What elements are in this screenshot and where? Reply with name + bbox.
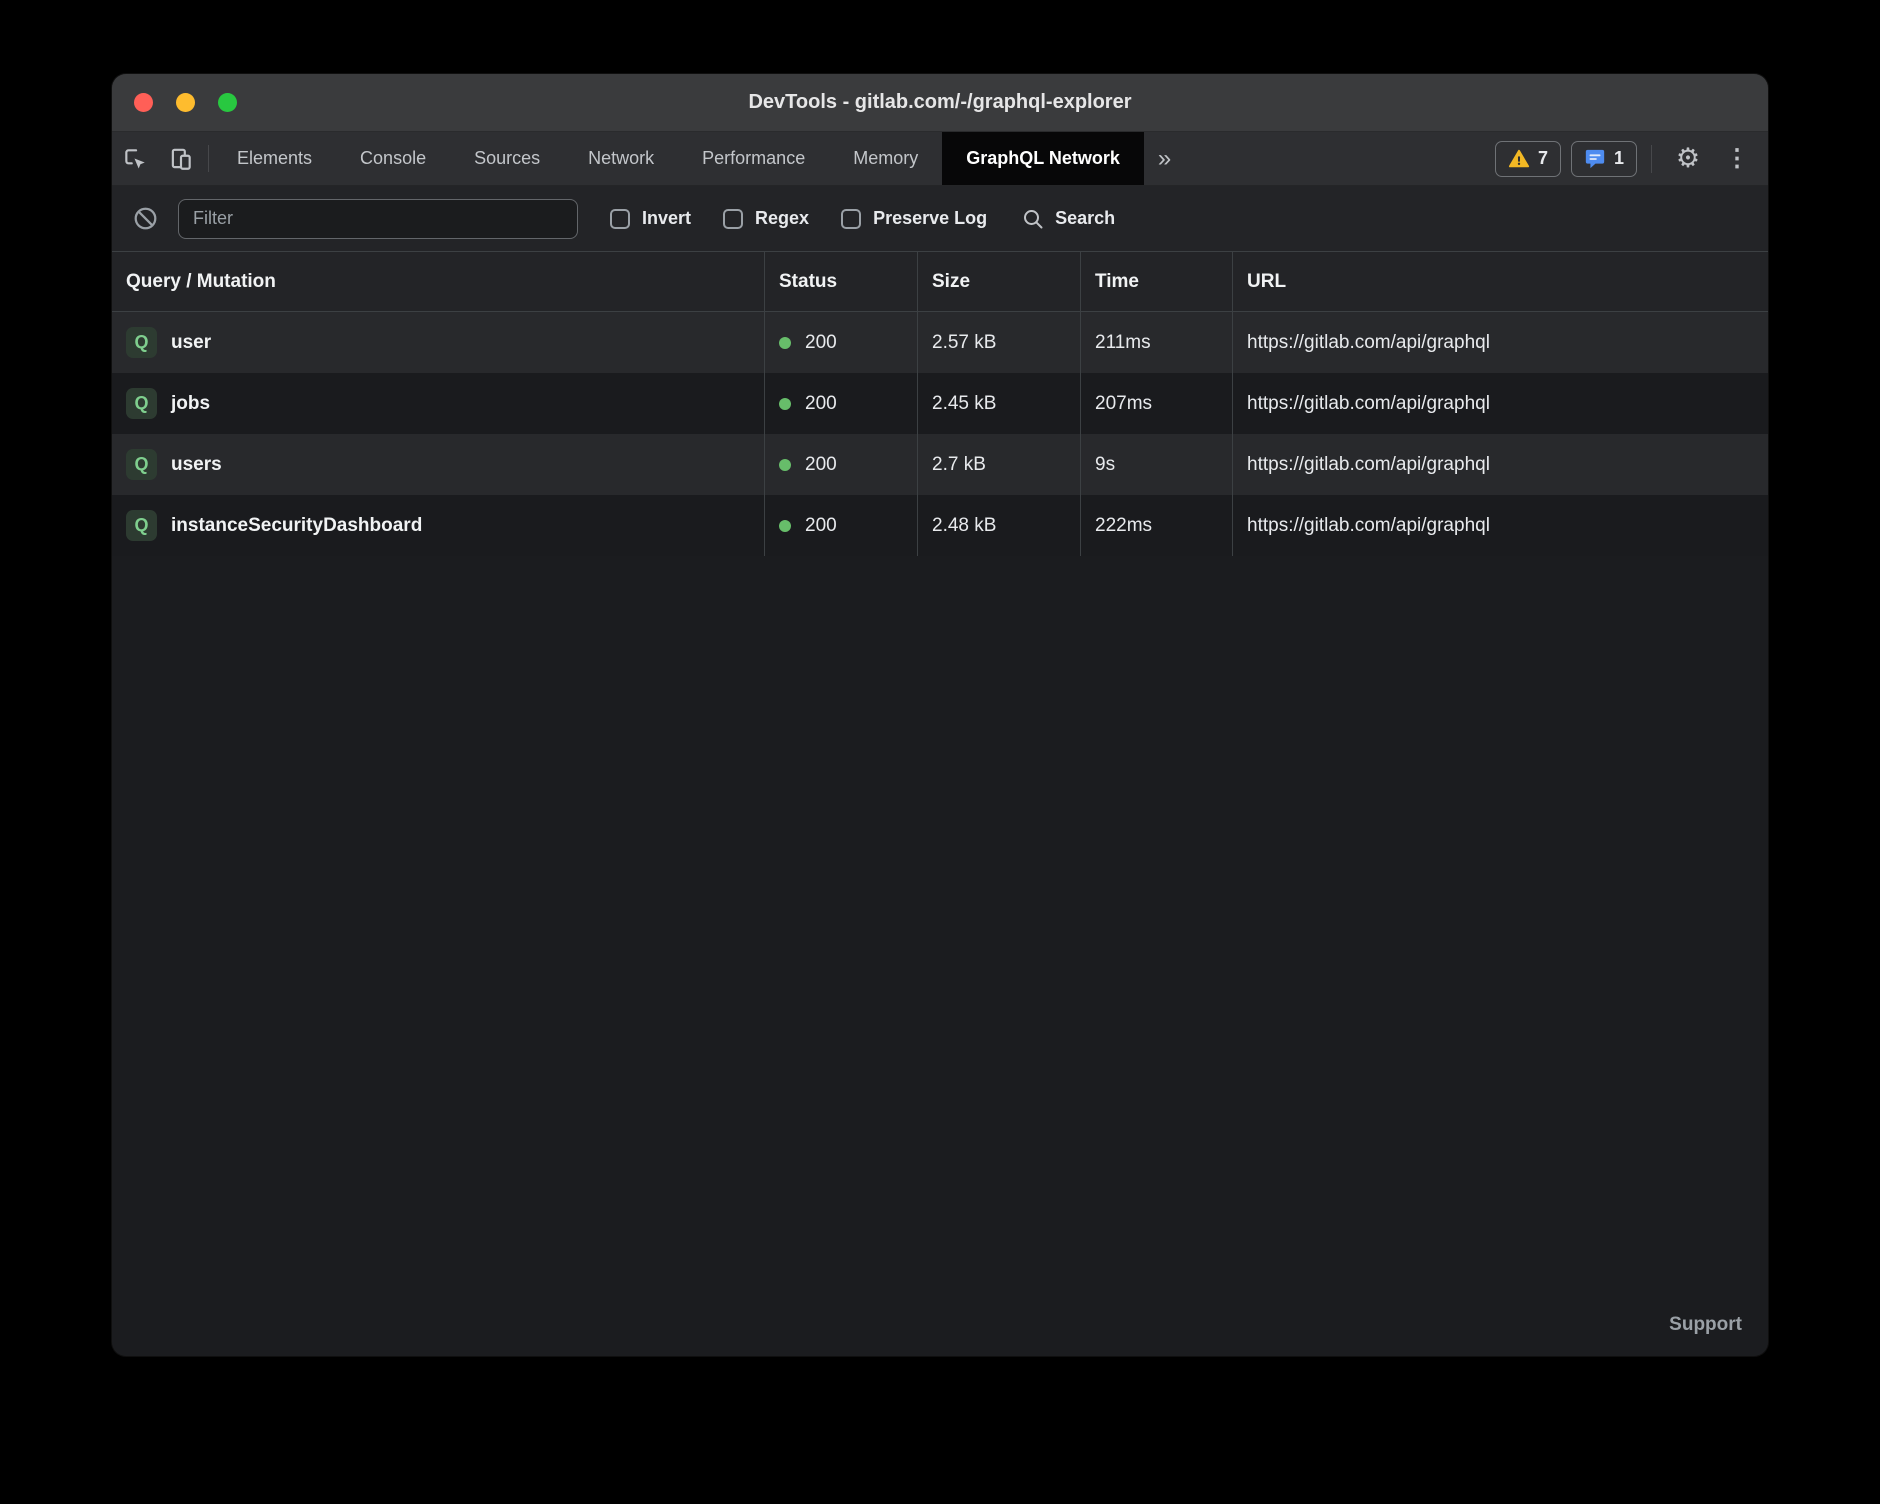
table-header: Query / Mutation Status Size Time URL	[112, 252, 1768, 312]
search-label: Search	[1055, 208, 1115, 229]
filter-toolbar: Invert Regex Preserve Log Search	[112, 186, 1768, 252]
url-cell: https://gitlab.com/api/graphql	[1232, 312, 1768, 373]
status-ok-icon	[779, 398, 791, 410]
settings-button[interactable]: ⚙	[1666, 143, 1710, 174]
issue-bubble-icon	[1584, 148, 1606, 170]
column-header-time[interactable]: Time	[1080, 252, 1232, 311]
column-header-url[interactable]: URL	[1232, 252, 1768, 311]
window-controls	[112, 93, 237, 112]
query-name: user	[171, 332, 211, 354]
regex-label: Regex	[755, 208, 809, 229]
time-cell: 222ms	[1080, 495, 1232, 556]
minimize-button[interactable]	[176, 93, 195, 112]
tab-elements[interactable]: Elements	[213, 132, 336, 185]
query-cell: Q instanceSecurityDashboard	[112, 495, 764, 556]
tab-console[interactable]: Console	[336, 132, 450, 185]
divider	[1651, 145, 1652, 173]
device-toolbar-icon	[168, 146, 194, 172]
query-cell: Q user	[112, 312, 764, 373]
close-button[interactable]	[134, 93, 153, 112]
divider	[208, 145, 209, 172]
menu-button[interactable]: ⋮	[1720, 144, 1754, 173]
more-tabs-button[interactable]: »	[1144, 132, 1185, 185]
query-type-badge: Q	[126, 388, 157, 419]
gear-icon: ⚙	[1676, 143, 1700, 174]
column-header-query[interactable]: Query / Mutation	[112, 252, 764, 311]
query-name: instanceSecurityDashboard	[171, 515, 422, 537]
checkbox-box	[723, 209, 743, 229]
query-name: users	[171, 454, 222, 476]
size-cell: 2.48 kB	[917, 495, 1080, 556]
issues-badge[interactable]: 1	[1571, 141, 1637, 177]
tab-graphql-network[interactable]: GraphQL Network	[942, 132, 1144, 185]
tab-bar: Elements Console Sources Network Perform…	[112, 132, 1768, 186]
tab-memory[interactable]: Memory	[829, 132, 942, 185]
query-type-badge: Q	[126, 327, 157, 358]
status-ok-icon	[779, 337, 791, 349]
table-row[interactable]: Q instanceSecurityDashboard 200 2.48 kB …	[112, 495, 1768, 556]
invert-checkbox[interactable]: Invert	[610, 208, 691, 229]
time-cell: 211ms	[1080, 312, 1232, 373]
tabbar-right-controls: 7 1 ⚙ ⋮	[1495, 132, 1768, 185]
devtools-window: DevTools - gitlab.com/-/graphql-explorer…	[112, 74, 1768, 1356]
tab-performance[interactable]: Performance	[678, 132, 829, 185]
column-header-status[interactable]: Status	[764, 252, 917, 311]
preserve-log-label: Preserve Log	[873, 208, 987, 229]
search-button[interactable]: Search	[1021, 207, 1115, 231]
tab-sources[interactable]: Sources	[450, 132, 564, 185]
preserve-log-checkbox[interactable]: Preserve Log	[841, 208, 987, 229]
table-row[interactable]: Q users 200 2.7 kB 9s https://gitlab.com…	[112, 434, 1768, 495]
titlebar: DevTools - gitlab.com/-/graphql-explorer	[112, 74, 1768, 132]
status-cell: 200	[764, 373, 917, 434]
size-cell: 2.7 kB	[917, 434, 1080, 495]
table-row[interactable]: Q jobs 200 2.45 kB 207ms https://gitlab.…	[112, 373, 1768, 434]
content-area: Support	[112, 556, 1768, 1356]
query-type-badge: Q	[126, 510, 157, 541]
tab-network[interactable]: Network	[564, 132, 678, 185]
block-icon	[132, 205, 159, 232]
url-cell: https://gitlab.com/api/graphql	[1232, 434, 1768, 495]
status-code: 200	[805, 332, 837, 354]
regex-checkbox[interactable]: Regex	[723, 208, 809, 229]
query-cell: Q jobs	[112, 373, 764, 434]
warning-count: 7	[1538, 148, 1548, 169]
warnings-badge[interactable]: 7	[1495, 141, 1561, 177]
kebab-menu-icon: ⋮	[1725, 144, 1749, 173]
clear-log-button[interactable]	[128, 205, 162, 232]
issue-count: 1	[1614, 148, 1624, 169]
status-ok-icon	[779, 459, 791, 471]
query-name: jobs	[171, 393, 210, 415]
url-cell: https://gitlab.com/api/graphql	[1232, 373, 1768, 434]
invert-label: Invert	[642, 208, 691, 229]
column-header-size[interactable]: Size	[917, 252, 1080, 311]
checkbox-box	[610, 209, 630, 229]
query-type-badge: Q	[126, 449, 157, 480]
warning-icon	[1508, 148, 1530, 170]
url-cell: https://gitlab.com/api/graphql	[1232, 495, 1768, 556]
filter-input[interactable]	[178, 199, 578, 239]
time-cell: 9s	[1080, 434, 1232, 495]
status-cell: 200	[764, 312, 917, 373]
checkbox-box	[841, 209, 861, 229]
status-ok-icon	[779, 520, 791, 532]
table-row[interactable]: Q user 200 2.57 kB 211ms https://gitlab.…	[112, 312, 1768, 373]
status-cell: 200	[764, 495, 917, 556]
size-cell: 2.45 kB	[917, 373, 1080, 434]
time-cell: 207ms	[1080, 373, 1232, 434]
query-cell: Q users	[112, 434, 764, 495]
search-icon	[1021, 207, 1045, 231]
inspect-cursor-icon	[122, 146, 148, 172]
size-cell: 2.57 kB	[917, 312, 1080, 373]
status-code: 200	[805, 454, 837, 476]
support-link[interactable]: Support	[1669, 1314, 1742, 1336]
zoom-button[interactable]	[218, 93, 237, 112]
status-cell: 200	[764, 434, 917, 495]
inspect-element-button[interactable]	[112, 132, 158, 185]
status-code: 200	[805, 393, 837, 415]
status-code: 200	[805, 515, 837, 537]
device-toolbar-button[interactable]	[158, 132, 204, 185]
window-title: DevTools - gitlab.com/-/graphql-explorer	[112, 91, 1768, 114]
